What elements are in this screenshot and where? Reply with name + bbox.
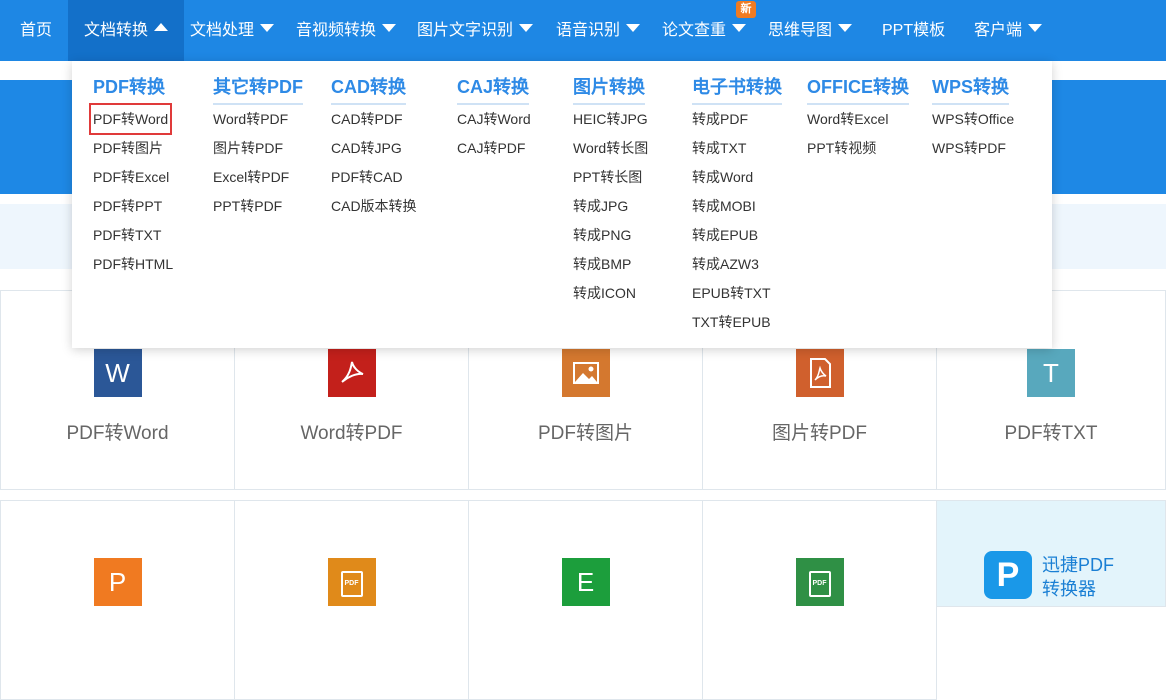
menu-item[interactable]: PPT转视频 (807, 136, 876, 160)
menu-item[interactable]: HEIC转JPG (573, 107, 648, 131)
menu-item[interactable]: 转成JPG (573, 194, 628, 218)
promo-download-card[interactable]: P 迅捷PDF 转换器 (936, 500, 1166, 607)
nav-client[interactable]: 客户端 (974, 0, 1043, 61)
tool-card[interactable]: E (468, 500, 703, 700)
caret-down-icon (732, 24, 747, 32)
tool-card-label: Word转PDF (300, 423, 403, 444)
image-icon (561, 349, 610, 397)
tool-card-label: 图片转PDF (771, 423, 867, 444)
nav-label: 思维导图 (768, 22, 833, 39)
nav-doc-process[interactable]: 文档处理 (190, 0, 275, 61)
nav-doc-convert[interactable]: 文档转换 (68, 0, 185, 61)
menu-item[interactable]: 转成Word (692, 165, 753, 189)
nav-paper-check[interactable]: 论文查重 (662, 0, 747, 61)
nav-home[interactable]: 首页 (20, 0, 52, 61)
tool-card[interactable]: PDF (234, 500, 469, 700)
app-logo-icon: P (984, 551, 1032, 599)
menu-item[interactable]: 转成PNG (573, 223, 631, 247)
menu-item[interactable]: PDF转图片 (93, 136, 163, 160)
pdf-icon (327, 349, 376, 397)
menu-item[interactable]: 转成ICON (573, 281, 636, 305)
caret-up-icon (154, 23, 169, 31)
pdf-doc-icon: PDF (327, 558, 376, 606)
top-nav: 首页 文档转换 文档处理 音视频转换 图片文字识别 语音识别 论文查重 新 思维… (0, 0, 1166, 61)
tool-card[interactable]: P (0, 500, 235, 700)
pdf-doc-glyph: PDF (340, 571, 363, 598)
menu-item[interactable]: Word转长图 (573, 136, 648, 160)
menu-title-office: OFFICE转换 (807, 73, 909, 105)
txt-icon: T (1027, 349, 1075, 397)
menu-item[interactable]: 转成TXT (692, 136, 746, 160)
caret-down-icon (260, 24, 275, 32)
tool-card-label: PDF转Word (66, 423, 169, 444)
nav-label: 语音识别 (556, 22, 621, 39)
menu-title-ebook: 电子书转换 (692, 73, 782, 105)
nav-label: 首页 (20, 22, 53, 39)
nav-label: 论文查重 (662, 22, 727, 39)
menu-item[interactable]: Word转Excel (807, 107, 888, 131)
menu-item[interactable]: CAD转JPG (331, 136, 402, 160)
nav-label: 图片文字识别 (417, 22, 514, 39)
tool-card[interactable]: PDF (702, 500, 937, 700)
promo-line: 转换器 (1042, 579, 1096, 599)
menu-item[interactable]: PDF转PPT (93, 194, 162, 218)
menu-item-pdf-to-word[interactable]: PDF转Word (88, 103, 173, 135)
menu-title-pdf: PDF转换 (93, 73, 165, 105)
promo-text: 迅捷PDF 转换器 (1042, 553, 1114, 601)
nav-mindmap[interactable]: 思维导图 (768, 0, 853, 61)
nav-label: PPT模板 (882, 22, 946, 39)
menu-item[interactable]: 转成MOBI (692, 194, 756, 218)
nav-ppt-template[interactable]: PPT模板 (882, 0, 945, 61)
menu-title-cad: CAD转换 (331, 73, 406, 105)
menu-item[interactable]: Excel转PDF (213, 165, 289, 189)
pdf-icon (795, 349, 844, 397)
menu-item[interactable]: 转成BMP (573, 252, 631, 276)
caret-down-icon (838, 24, 853, 32)
menu-item[interactable]: CAD转PDF (331, 107, 403, 131)
menu-item[interactable]: CAJ转Word (457, 107, 531, 131)
doc-convert-dropdown: PDF转换 PDF转Word PDF转图片 PDF转Excel PDF转PPT … (72, 61, 1052, 348)
excel-icon: E (561, 558, 610, 606)
menu-item[interactable]: EPUB转TXT (692, 281, 771, 305)
promo-line: 迅捷PDF (1042, 555, 1114, 575)
ppt-icon: P (93, 558, 142, 606)
menu-item[interactable]: PDF转Excel (93, 165, 169, 189)
nav-label: 客户端 (974, 22, 1023, 39)
new-badge: 新 (736, 1, 756, 18)
menu-item[interactable]: PDF转TXT (93, 223, 161, 247)
menu-item[interactable]: PPT转长图 (573, 165, 642, 189)
menu-item[interactable]: PDF转CAD (331, 165, 403, 189)
menu-item[interactable]: TXT转EPUB (692, 310, 771, 334)
menu-item[interactable]: WPS转PDF (932, 136, 1006, 160)
menu-item[interactable]: Word转PDF (213, 107, 288, 131)
menu-item[interactable]: PPT转PDF (213, 194, 282, 218)
nav-label: 音视频转换 (296, 22, 377, 39)
menu-item[interactable]: CAD版本转换 (331, 194, 417, 218)
caret-down-icon (519, 24, 534, 32)
menu-item[interactable]: WPS转Office (932, 107, 1014, 131)
menu-item[interactable]: 图片转PDF (213, 136, 283, 160)
word-icon: W (93, 349, 142, 397)
menu-title-image: 图片转换 (573, 73, 645, 105)
caret-down-icon (1028, 24, 1043, 32)
nav-speech[interactable]: 语音识别 (556, 0, 641, 61)
menu-title-wps: WPS转换 (932, 73, 1010, 105)
pdf-doc-icon: PDF (795, 558, 844, 606)
menu-item[interactable]: 转成PDF (692, 107, 748, 131)
menu-item[interactable]: 转成AZW3 (692, 252, 759, 276)
nav-label: 文档转换 (84, 22, 149, 39)
caret-down-icon (382, 24, 397, 32)
menu-title-other-to-pdf: 其它转PDF (213, 73, 303, 105)
menu-item[interactable]: 转成EPUB (692, 223, 758, 247)
menu-item[interactable]: PDF转HTML (93, 252, 173, 276)
pdf-doc-glyph: PDF (808, 571, 831, 598)
nav-label: 文档处理 (190, 22, 255, 39)
menu-item[interactable]: CAJ转PDF (457, 136, 525, 160)
nav-av-convert[interactable]: 音视频转换 (296, 0, 397, 61)
nav-ocr[interactable]: 图片文字识别 (417, 0, 534, 61)
menu-title-caj: CAJ转换 (457, 73, 530, 105)
caret-down-icon (626, 24, 641, 32)
tool-card-label: PDF转TXT (1004, 423, 1098, 444)
tool-card-label: PDF转图片 (537, 423, 633, 444)
